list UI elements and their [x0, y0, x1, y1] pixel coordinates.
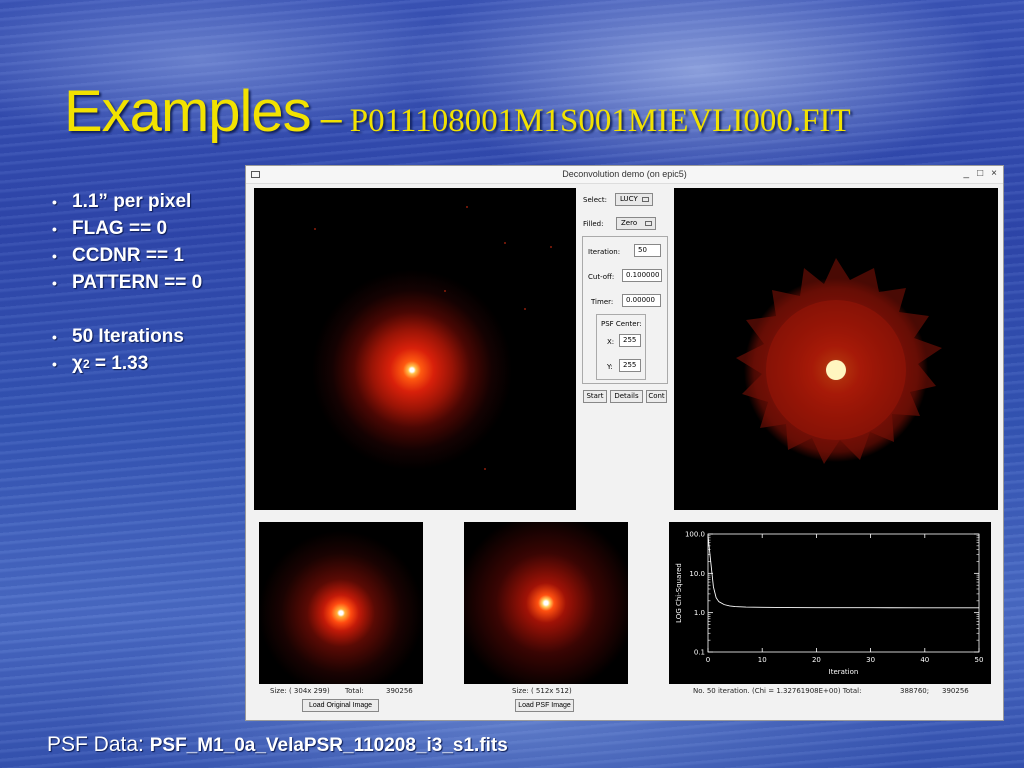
y-axis-label: LOG Chi-Squared: [675, 563, 683, 623]
original-image-thumbnail[interactable]: [259, 522, 423, 684]
filled-dropdown[interactable]: Zero: [616, 217, 656, 230]
bullet-spacer: [52, 296, 202, 323]
cont-button[interactable]: Cont: [646, 390, 667, 403]
psf-data-label: PSF Data:: [47, 733, 144, 756]
psf-image-thumbnail[interactable]: [464, 522, 628, 684]
select-dropdown[interactable]: LUCY: [615, 193, 653, 206]
bullet-item: • PATTERN == 0: [52, 269, 202, 296]
bullet-text: PATTERN == 0: [72, 271, 203, 293]
status-total-value: 388760;: [900, 687, 930, 695]
x-tick-label: 20: [812, 656, 821, 664]
deconvolved-halo: [736, 258, 942, 464]
status-total-value-2: 390256: [942, 687, 969, 695]
y-label: Y:: [607, 363, 613, 371]
x-tick-label: 40: [920, 656, 929, 664]
psf-data-filename: PSF_M1_0a_VelaPSR_110208_i3_s1.fits: [149, 735, 508, 756]
title-main: Examples: [64, 79, 312, 144]
bullet-item: • 50 Iterations: [52, 323, 202, 350]
iteration-label: Iteration:: [588, 248, 621, 256]
plot-frame: [707, 533, 980, 653]
window-title: Deconvolution demo (on epic5): [562, 169, 687, 179]
bullet-list: • 1.1” per pixel • FLAG == 0 • CCDNR == 1 •…: [52, 188, 202, 377]
original-size-text: Size: ( 304x 299): [270, 687, 330, 695]
bullet-icon: •: [52, 220, 57, 237]
bullet-icon: •: [52, 274, 57, 291]
bullet-item-chi: • χ 2 = 1.33: [52, 350, 202, 377]
bullet-icon: •: [52, 247, 57, 264]
chi-value: = 1.33: [94, 352, 149, 374]
select-label: Select:: [583, 196, 607, 204]
y-tick-label: 0.1: [694, 649, 705, 657]
load-original-image-button[interactable]: Load Original Image: [302, 699, 379, 712]
filled-label: Filled:: [583, 220, 604, 228]
iteration-status-text: No. 50 iteration. (Chi = 1.32761908E+00)…: [693, 687, 862, 695]
psf-center-label: PSF Center:: [601, 320, 642, 328]
iteration-field[interactable]: 50: [634, 244, 661, 257]
bullet-item: • CCDNR == 1: [52, 242, 202, 269]
main-image-canvas[interactable]: [254, 188, 576, 510]
close-icon[interactable]: ×: [991, 168, 997, 179]
y-tick-label: 1.0: [694, 609, 705, 617]
psf-data-caption: PSF Data: PSF_M1_0a_VelaPSR_110208_i3_s1…: [47, 733, 508, 757]
start-button[interactable]: Start: [583, 390, 607, 403]
cutoff-field[interactable]: 0.100000: [622, 269, 662, 282]
timer-field[interactable]: 0.00000: [622, 294, 661, 307]
bullet-icon: •: [52, 355, 57, 372]
y-tick-label: 10.0: [689, 570, 705, 578]
bullet-icon: •: [52, 328, 57, 345]
bullet-text: CCDNR == 1: [72, 244, 184, 266]
chi-squared-series-line: [707, 535, 979, 609]
select-value: LUCY: [620, 195, 638, 203]
bullet-item: • FLAG == 0: [52, 215, 202, 242]
psf-x-field[interactable]: 255: [619, 334, 641, 347]
chart-svg: 0 10 20 30 40 50 100.0 10.0 1.0 0.1 Iteration LOG C…: [675, 531, 984, 677]
deconvolved-image-canvas[interactable]: [674, 188, 998, 510]
psf-size-text: Size: ( 512x 512): [512, 687, 572, 695]
timer-label: Timer:: [591, 298, 614, 306]
bullet-icon: •: [52, 193, 57, 210]
bullet-text: FLAG == 0: [72, 217, 168, 239]
x-axis-label: Iteration: [829, 668, 859, 676]
chi-squared-plot: 0 10 20 30 40 50 100.0 10.0 1.0 0.1 Iteration LOG C…: [669, 522, 991, 684]
x-tick-label: 0: [706, 656, 710, 664]
window-titlebar[interactable]: Deconvolution demo (on epic5) _ □ ×: [246, 166, 1003, 184]
title-filename: P011108001M1S001MIEVLI000.FIT: [349, 103, 851, 139]
original-total-label: Total:: [345, 687, 364, 695]
bullet-text: 50 Iterations: [72, 325, 184, 347]
bullet-text: 1.1” per pixel: [72, 190, 192, 212]
x-tick-label: 50: [975, 656, 984, 664]
dropdown-icon: [642, 197, 649, 202]
details-button[interactable]: Details: [610, 390, 643, 403]
deconvolution-window: Deconvolution demo (on epic5) _ □ × Sele…: [245, 165, 1004, 721]
load-psf-image-button[interactable]: Load PSF Image: [515, 699, 574, 712]
x-label: X:: [607, 338, 615, 346]
maximize-icon[interactable]: □: [977, 168, 983, 179]
slide-title: Examples – P011108001M1S001MIEVLI000.FIT: [64, 78, 851, 148]
psf-y-field[interactable]: 255: [619, 359, 641, 372]
title-dash: –: [320, 98, 342, 140]
cutoff-label: Cut-off:: [588, 273, 615, 281]
x-tick-label: 30: [866, 656, 875, 664]
y-tick-label: 100.0: [685, 531, 705, 539]
minimize-icon[interactable]: _: [964, 168, 970, 179]
bullet-item: • 1.1” per pixel: [52, 188, 202, 215]
x-tick-label: 10: [758, 656, 767, 664]
filled-value: Zero: [621, 219, 638, 227]
chi-superscript: 2: [82, 356, 90, 371]
chi-symbol: χ: [72, 352, 83, 374]
original-total-value: 390256: [386, 687, 413, 695]
dropdown-icon: [645, 221, 652, 226]
